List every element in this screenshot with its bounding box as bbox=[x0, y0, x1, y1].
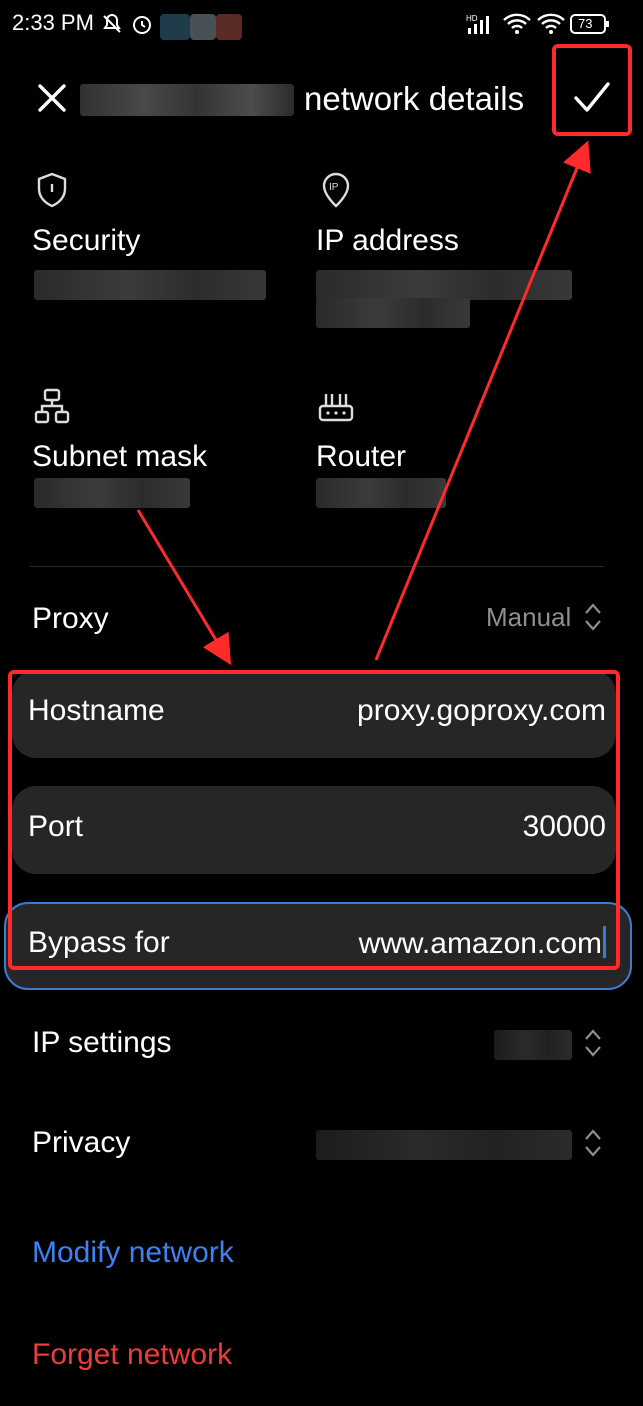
chevron-updown-icon bbox=[585, 1029, 601, 1057]
annotation-box-proxy-fields bbox=[8, 670, 620, 970]
privacy-row[interactable]: Privacy bbox=[0, 1110, 643, 1174]
network-tree-icon bbox=[34, 388, 70, 424]
wifi-icon bbox=[503, 13, 531, 34]
subnet-mask-label: Subnet mask bbox=[32, 440, 208, 473]
chevron-updown-icon bbox=[585, 603, 601, 631]
ip-pin-icon: IP bbox=[322, 172, 350, 208]
router-label: Router bbox=[316, 440, 407, 473]
ip-settings-row[interactable]: IP settings bbox=[0, 1010, 643, 1074]
ip-settings-value-redacted bbox=[494, 1030, 572, 1060]
blurred-notification-icon bbox=[216, 14, 242, 40]
blurred-network-name bbox=[80, 84, 294, 116]
status-time: 2:33 PM bbox=[12, 10, 94, 35]
chevron-updown-icon bbox=[585, 1129, 601, 1157]
proxy-mode-value: Manual bbox=[486, 602, 572, 632]
privacy-label: Privacy bbox=[32, 1126, 131, 1159]
ip-settings-label: IP settings bbox=[32, 1026, 172, 1059]
svg-text:HD: HD bbox=[466, 14, 478, 23]
router-icon bbox=[318, 394, 354, 422]
modify-network-link[interactable]: Modify network bbox=[32, 1236, 234, 1270]
ip-address-label: IP address bbox=[316, 224, 459, 257]
subnet-mask-value-redacted bbox=[34, 478, 190, 508]
wifi-icon bbox=[537, 13, 565, 34]
mute-icon bbox=[103, 13, 121, 33]
shield-icon bbox=[37, 172, 67, 208]
annotation-box-confirm bbox=[552, 44, 632, 136]
router-value-redacted bbox=[316, 478, 446, 508]
hd-signal-icon: HD bbox=[466, 14, 489, 34]
close-icon[interactable] bbox=[32, 78, 72, 118]
alarm-icon bbox=[133, 16, 151, 34]
section-divider bbox=[30, 566, 604, 567]
status-bar: 2:33 PM HD 73 bbox=[0, 0, 643, 50]
proxy-row[interactable]: Proxy Manual bbox=[0, 586, 643, 650]
proxy-label: Proxy bbox=[32, 602, 109, 635]
ip-address-value-redacted bbox=[316, 270, 572, 300]
blurred-notification-icon bbox=[190, 14, 216, 40]
svg-text:IP: IP bbox=[329, 182, 339, 193]
page-title: network details bbox=[304, 80, 525, 117]
privacy-value-redacted bbox=[316, 1130, 572, 1160]
forget-network-link[interactable]: Forget network bbox=[32, 1338, 232, 1372]
blurred-notification-icon bbox=[160, 14, 190, 40]
security-value-redacted bbox=[34, 270, 266, 300]
battery-level: 73 bbox=[578, 16, 593, 31]
ip-address-value-redacted bbox=[316, 298, 470, 328]
security-label: Security bbox=[32, 224, 141, 257]
